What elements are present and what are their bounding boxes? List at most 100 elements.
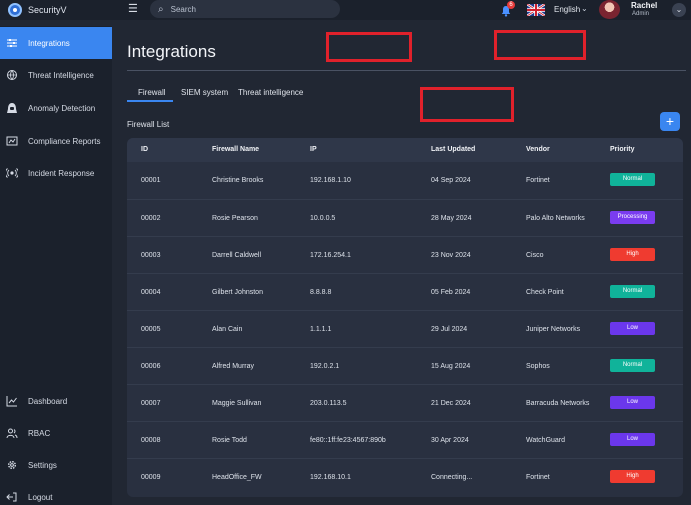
broadcast-icon xyxy=(5,167,19,179)
cell-ip: 8.8.8.8 xyxy=(310,289,332,296)
chevron-down-icon[interactable]: ⌄ xyxy=(581,4,588,13)
annotation-box xyxy=(420,87,514,122)
sidebar-item-label: Settings xyxy=(28,460,57,470)
sidebar-item-incident-response[interactable]: Incident Response xyxy=(0,157,112,189)
priority-badge: Low xyxy=(610,433,655,446)
user-name: Rachel xyxy=(631,1,658,10)
cell-vendor: Juniper Networks xyxy=(526,326,581,333)
cell-last-updated: 23 Nov 2024 xyxy=(431,252,471,259)
priority-badge: High xyxy=(610,248,655,261)
users-icon xyxy=(6,427,18,439)
sidebar-item-label: RBAC xyxy=(28,428,51,438)
column-header-last-updated[interactable]: Last Updated xyxy=(431,146,475,153)
add-firewall-button[interactable]: + xyxy=(660,112,680,131)
cell-vendor: Barracuda Networks xyxy=(526,400,590,407)
column-header-ip[interactable]: IP xyxy=(310,146,317,153)
annotation-box xyxy=(494,30,586,60)
sidebar-item-dashboard[interactable]: Dashboard xyxy=(0,385,112,417)
logout-icon xyxy=(6,491,18,503)
column-header-vendor[interactable]: Vendor xyxy=(526,146,550,153)
cell-ip: fe80::1ff:fe23:4567:890b xyxy=(310,437,386,444)
tab-siem-system[interactable]: SIEM system xyxy=(181,88,228,97)
table-row[interactable]: 00009 HeadOffice_FW 192.168.10.1 Connecting… xyxy=(127,458,683,495)
column-header-priority[interactable]: Priority xyxy=(610,146,635,153)
table-row[interactable]: 00006 Alfred Murray 192.0.2.1 15 Aug 2024 So… xyxy=(127,347,683,384)
priority-badge: Processing xyxy=(610,211,655,224)
sidebar-item-rbac[interactable]: RBAC xyxy=(0,417,112,449)
app-logo[interactable]: SecurityV xyxy=(8,3,67,17)
cell-ip: 172.16.254.1 xyxy=(310,252,351,259)
priority-badge: Normal xyxy=(610,359,655,372)
cell-vendor: Cisco xyxy=(526,252,544,259)
avatar[interactable] xyxy=(599,0,620,19)
cell-firewall-name: Rosie Todd xyxy=(212,437,247,444)
cell-ip: 192.168.1.10 xyxy=(310,177,351,184)
cell-id: 00005 xyxy=(141,326,161,333)
cell-id: 00002 xyxy=(141,215,161,222)
cell-id: 00001 xyxy=(141,177,161,184)
cell-last-updated: 15 Aug 2024 xyxy=(431,363,471,370)
search-bar[interactable]: ⌕ xyxy=(150,0,340,18)
cell-firewall-name: Christine Brooks xyxy=(212,177,264,184)
priority-badge: Normal xyxy=(610,285,655,298)
annotation-box xyxy=(326,32,412,62)
cell-ip: 192.168.10.1 xyxy=(310,474,351,481)
search-icon: ⌕ xyxy=(158,3,164,15)
sidebar-item-label: Integrations xyxy=(28,38,70,48)
notification-count-badge: 6 xyxy=(507,1,515,9)
priority-badge: Low xyxy=(610,322,655,335)
cell-id: 00003 xyxy=(141,252,161,259)
title-divider xyxy=(127,70,686,71)
search-input[interactable] xyxy=(170,4,321,14)
active-tab-indicator xyxy=(127,100,173,102)
firewall-table: ID Firewall Name IP Last Updated Vendor … xyxy=(127,138,683,497)
cell-last-updated: 30 Apr 2024 xyxy=(431,437,469,444)
table-header: ID Firewall Name IP Last Updated Vendor … xyxy=(127,138,683,162)
cell-ip: 203.0.113.5 xyxy=(310,400,347,407)
cell-id: 00006 xyxy=(141,363,161,370)
cell-id: 00004 xyxy=(141,289,161,296)
sidebar-item-logout[interactable]: Logout xyxy=(0,481,112,505)
cell-ip: 1.1.1.1 xyxy=(310,326,332,333)
cell-vendor: Fortinet xyxy=(526,474,550,481)
menu-toggle-icon[interactable]: ☰ xyxy=(128,4,139,15)
cell-firewall-name: Maggie Sullivan xyxy=(212,400,262,407)
sidebar-item-threat-intelligence[interactable]: Threat Intelligence xyxy=(0,59,112,91)
page-title: Integrations xyxy=(127,42,216,61)
table-row[interactable]: 00001 Christine Brooks 192.168.1.10 04 Sep … xyxy=(127,162,683,199)
cell-last-updated: 28 May 2024 xyxy=(431,215,472,222)
cell-firewall-name: Darrell Caldwell xyxy=(212,252,262,259)
table-row[interactable]: 00005 Alan Cain 1.1.1.1 29 Jul 2024 Juniper … xyxy=(127,310,683,347)
cell-firewall-name: Alfred Murray xyxy=(212,363,255,370)
sidebar-item-settings[interactable]: Settings xyxy=(0,449,112,481)
cell-vendor: Palo Alto Networks xyxy=(526,215,585,222)
table-row[interactable]: 00004 Gilbert Johnston 8.8.8.8 05 Feb 2024 C… xyxy=(127,273,683,310)
logo-icon xyxy=(8,3,22,17)
user-menu-chevron-icon[interactable]: ⌄ xyxy=(672,3,686,17)
tab-firewall[interactable]: Firewall xyxy=(138,88,166,97)
table-row[interactable]: 00008 Rosie Todd fe80::1ff:fe23:4567:890b 3… xyxy=(127,421,683,458)
column-header-id[interactable]: ID xyxy=(141,146,148,153)
app-name: SecurityV xyxy=(28,5,67,15)
priority-badge: High xyxy=(610,470,655,483)
cell-last-updated: 05 Feb 2024 xyxy=(431,289,471,296)
sidebar-item-integrations[interactable]: Integrations xyxy=(0,27,112,59)
table-row[interactable]: 00003 Darrell Caldwell 172.16.254.1 23 Nov … xyxy=(127,236,683,273)
uk-flag-icon[interactable] xyxy=(526,3,546,17)
sidebar-item-anomaly-detection[interactable]: Anomaly Detection xyxy=(0,92,112,124)
column-header-firewall-name[interactable]: Firewall Name xyxy=(212,146,259,153)
cell-id: 00007 xyxy=(141,400,161,407)
section-label: Firewall List xyxy=(127,120,170,129)
table-row[interactable]: 00002 Rosie Pearson 10.0.0.5 28 May 2024 Pal… xyxy=(127,199,683,236)
user-role: Admin xyxy=(632,11,650,17)
cell-id: 00009 xyxy=(141,474,161,481)
cell-last-updated: Connecting... xyxy=(431,474,473,481)
sidebar-item-compliance-reports[interactable]: Compliance Reports xyxy=(0,125,112,157)
sidebar: Integrations Threat Intelligence Anomaly… xyxy=(0,26,112,505)
language-selector[interactable]: English xyxy=(554,5,580,14)
table-row[interactable]: 00007 Maggie Sullivan 203.0.113.5 21 Dec 20… xyxy=(127,384,683,421)
cell-ip: 192.0.2.1 xyxy=(310,363,340,370)
sidebar-item-label: Dashboard xyxy=(28,396,68,406)
cell-vendor: Check Point xyxy=(526,289,564,296)
tab-threat-intelligence[interactable]: Threat intelligence xyxy=(238,88,303,97)
